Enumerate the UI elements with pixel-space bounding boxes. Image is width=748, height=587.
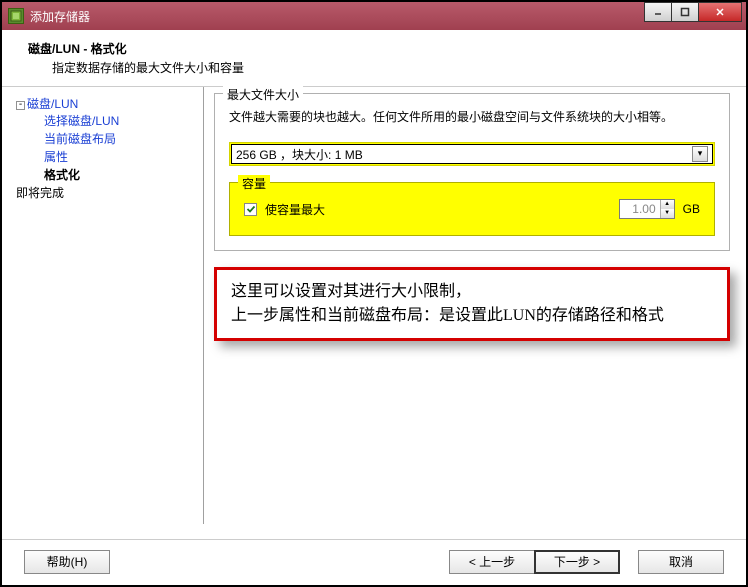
annotation-box: 这里可以设置对其进行大小限制， 上一步属性和当前磁盘布局：是设置此LUN的存储路… bbox=[214, 267, 730, 341]
sidebar-item-properties[interactable]: 属性 bbox=[44, 148, 199, 166]
help-button[interactable]: 帮助(H) bbox=[24, 550, 110, 574]
window-title: 添加存储器 bbox=[30, 8, 645, 25]
maximize-capacity-checkbox[interactable] bbox=[244, 203, 257, 216]
maximize-button[interactable] bbox=[671, 2, 699, 22]
wizard-header: 磁盘/LUN - 格式化 指定数据存储的最大文件大小和容量 bbox=[2, 30, 746, 86]
maximize-capacity-label: 使容量最大 bbox=[265, 201, 619, 218]
annotation-line-1: 这里可以设置对其进行大小限制， bbox=[231, 280, 713, 304]
max-file-size-legend: 最大文件大小 bbox=[223, 86, 303, 103]
wizard-window: 添加存储器 磁盘/LUN - 格式化 指定数据存储的最大文件大小和容量 -磁盘/… bbox=[0, 0, 748, 587]
app-icon bbox=[8, 8, 24, 24]
sidebar-item-select-disk[interactable]: 选择磁盘/LUN bbox=[44, 112, 199, 130]
max-file-size-desc: 文件越大需要的块也越大。任何文件所用的最小磁盘空间与文件系统块的大小相等。 bbox=[229, 108, 715, 126]
page-subtitle: 指定数据存储的最大文件大小和容量 bbox=[28, 59, 728, 76]
close-button[interactable] bbox=[698, 2, 742, 22]
block-size-select[interactable]: 256 GB ，块大小: 1 MB ▾ bbox=[231, 144, 713, 164]
next-button[interactable]: 下一步 > bbox=[534, 550, 620, 574]
wizard-content: 最大文件大小 文件越大需要的块也越大。任何文件所用的最小磁盘空间与文件系统块的大… bbox=[204, 87, 746, 524]
cancel-button[interactable]: 取消 bbox=[638, 550, 724, 574]
capacity-group: 容量 使容量最大 1.00 ▲ ▼ GB bbox=[229, 182, 715, 236]
wizard-sidebar: -磁盘/LUN 选择磁盘/LUN 当前磁盘布局 属性 格式化 即将完成 bbox=[2, 87, 204, 524]
sidebar-item-format[interactable]: 格式化 bbox=[44, 166, 199, 184]
spinner-up-icon[interactable]: ▲ bbox=[661, 200, 674, 209]
block-size-highlight: 256 GB ，块大小: 1 MB ▾ bbox=[229, 142, 715, 166]
capacity-spinner[interactable]: 1.00 ▲ ▼ bbox=[619, 199, 675, 219]
minimize-button[interactable] bbox=[644, 2, 672, 22]
dropdown-arrow-icon[interactable]: ▾ bbox=[692, 146, 708, 162]
capacity-unit: GB bbox=[683, 202, 700, 216]
sidebar-item-current-layout[interactable]: 当前磁盘布局 bbox=[44, 130, 199, 148]
sidebar-item-ready: 即将完成 bbox=[16, 184, 199, 202]
page-title: 磁盘/LUN - 格式化 bbox=[28, 40, 728, 57]
max-file-size-group: 最大文件大小 文件越大需要的块也越大。任何文件所用的最小磁盘空间与文件系统块的大… bbox=[214, 93, 730, 251]
block-size-value: 256 GB ，块大小: 1 MB bbox=[236, 146, 363, 163]
capacity-value: 1.00 bbox=[620, 200, 660, 218]
titlebar[interactable]: 添加存储器 bbox=[2, 2, 746, 30]
spinner-down-icon[interactable]: ▼ bbox=[661, 209, 674, 218]
wizard-footer: 帮助(H) < 上一步 下一步 > 取消 bbox=[2, 539, 746, 585]
back-button[interactable]: < 上一步 bbox=[449, 550, 535, 574]
annotation-line-2: 上一步属性和当前磁盘布局：是设置此LUN的存储路径和格式 bbox=[231, 304, 713, 328]
capacity-legend: 容量 bbox=[238, 175, 270, 192]
tree-collapse-icon[interactable]: - bbox=[16, 101, 25, 110]
sidebar-root-disk-lun[interactable]: -磁盘/LUN bbox=[16, 95, 199, 112]
